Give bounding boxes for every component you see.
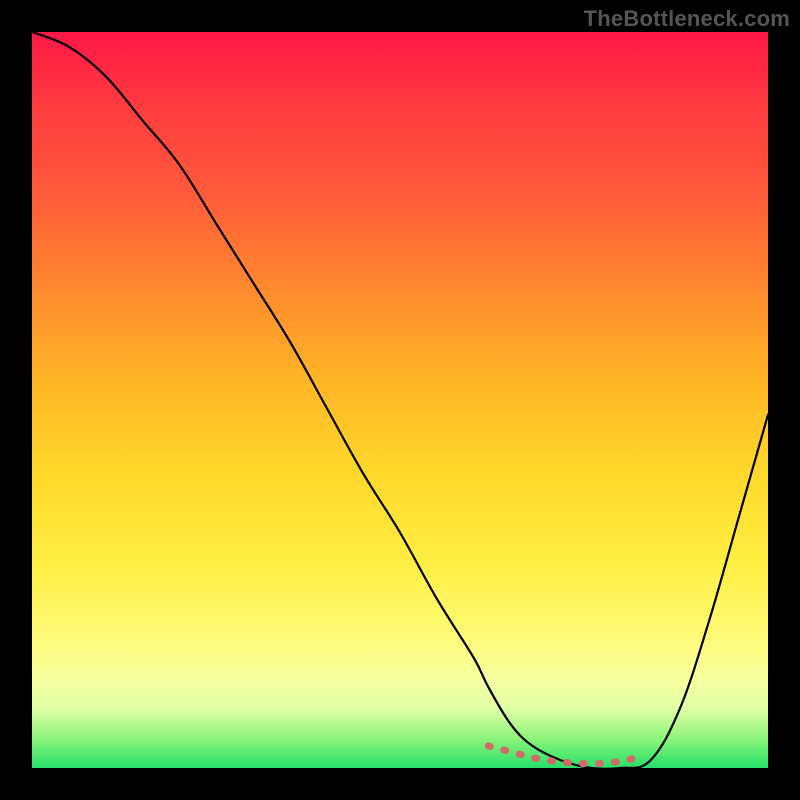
chart-frame: TheBottleneck.com	[0, 0, 800, 800]
bottleneck-curve-svg	[32, 32, 768, 768]
watermark-text: TheBottleneck.com	[584, 6, 790, 32]
optimal-range-dots	[488, 746, 643, 764]
bottleneck-curve	[32, 32, 768, 768]
plot-area	[32, 32, 768, 768]
